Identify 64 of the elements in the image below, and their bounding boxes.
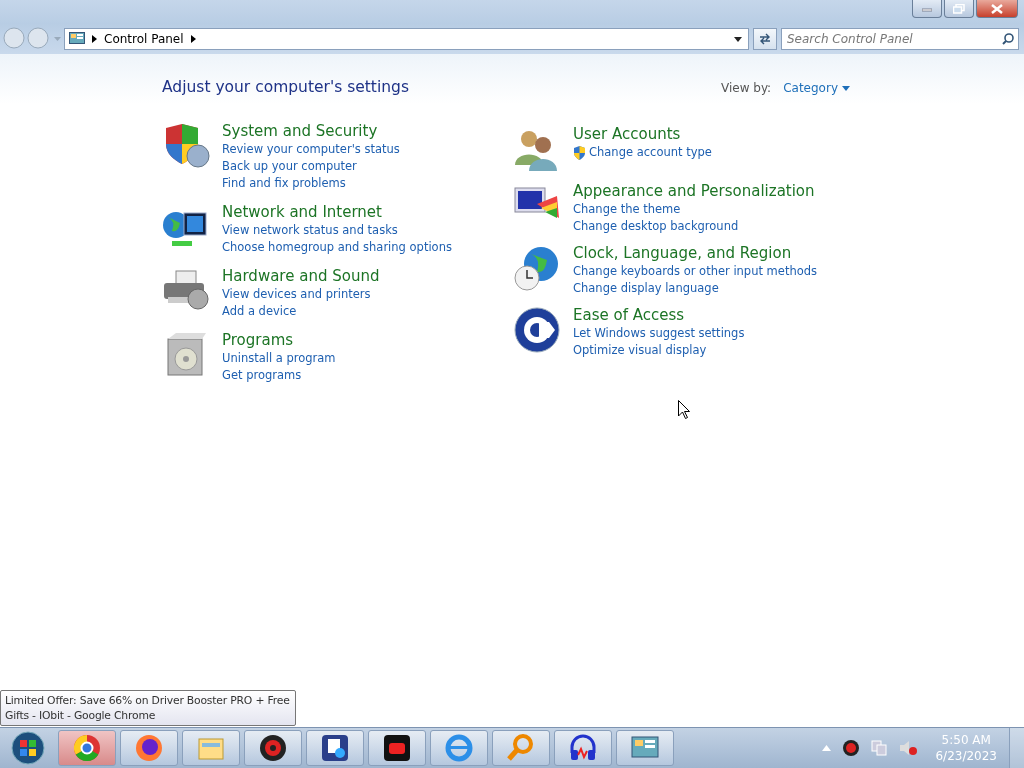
view-by-dropdown[interactable]: Category	[783, 81, 850, 95]
category-link[interactable]: Hardware and Sound	[222, 267, 380, 286]
category-link[interactable]: System and Security	[222, 122, 400, 141]
address-bar[interactable]: Control Panel	[64, 28, 749, 50]
clock-time: 5:50 AM	[941, 732, 991, 748]
category-link[interactable]: Network and Internet	[222, 203, 452, 222]
task-link[interactable]: Choose homegroup and sharing options	[222, 239, 452, 256]
task-link[interactable]: Change desktop background	[573, 218, 815, 235]
task-link[interactable]: Find and fix problems	[222, 175, 400, 192]
task-link[interactable]: Get programs	[222, 367, 336, 384]
category-link[interactable]: Ease of Access	[573, 306, 745, 325]
task-link[interactable]: Change keyboards or other input methods	[573, 263, 818, 280]
firefox-icon	[134, 733, 164, 763]
globe-clock-icon[interactable]	[513, 244, 561, 292]
task-link[interactable]: Uninstall a program	[222, 350, 336, 367]
magnifier-icon	[506, 733, 536, 763]
close-button[interactable]	[976, 0, 1018, 18]
taskbar-button[interactable]	[368, 730, 426, 766]
breadcrumb[interactable]: Control Panel	[104, 32, 184, 46]
control-panel-icon	[69, 32, 85, 46]
task-link[interactable]: Change the theme	[573, 201, 815, 218]
ie-icon	[444, 733, 474, 763]
caret-icon	[842, 85, 850, 91]
view-by-label: View by:	[721, 81, 772, 95]
taskbar-button[interactable]	[120, 730, 178, 766]
task-link[interactable]: Back up your computer	[222, 158, 400, 175]
task-link[interactable]: View network status and tasks	[222, 222, 452, 239]
clock-date: 6/23/2023	[935, 748, 997, 764]
task-link[interactable]: Change account type	[573, 144, 712, 161]
task-link[interactable]: Optimize visual display	[573, 342, 745, 359]
task-link[interactable]: Review your computer's status	[222, 141, 400, 158]
refresh-icon	[758, 33, 772, 45]
mouse-pointer-icon	[678, 400, 690, 419]
task-link[interactable]: View devices and printers	[222, 286, 380, 303]
restore-button[interactable]	[944, 0, 974, 18]
task-link[interactable]: Change display language	[573, 280, 818, 297]
task-link[interactable]: Add a device	[222, 303, 380, 320]
minimize-icon	[922, 5, 932, 12]
camera-icon	[382, 733, 412, 763]
task-link[interactable]: Let Windows suggest settings	[573, 325, 745, 342]
search-field[interactable]: Search Control Panel	[781, 28, 1019, 50]
category-link[interactable]: Clock, Language, and Region	[573, 244, 818, 263]
search-icon[interactable]	[1002, 33, 1014, 45]
headphones-icon	[568, 733, 598, 763]
chrome-icon	[72, 733, 102, 763]
close-icon	[991, 3, 1003, 14]
shield-icon	[573, 145, 586, 160]
speaker-muted-icon[interactable]	[899, 740, 918, 756]
taskbar-button[interactable]	[244, 730, 302, 766]
taskbar-button[interactable]	[306, 730, 364, 766]
tooltip: Limited Offer: Save 66% on Driver Booster PRO + Free Gifts - IObit - Google Chrome	[0, 690, 296, 726]
page-heading: Adjust your computer's settings	[162, 78, 410, 96]
dropdown-icon[interactable]	[734, 36, 742, 42]
restore-icon	[953, 3, 965, 14]
taskbar-button[interactable]	[554, 730, 612, 766]
category-link[interactable]: Programs	[222, 331, 336, 350]
category-link[interactable]: Appearance and Personalization	[573, 182, 815, 201]
accessibility-icon[interactable]	[513, 306, 561, 354]
chevron-icon[interactable]	[190, 35, 196, 43]
document-icon	[320, 733, 350, 763]
refresh-button[interactable]	[753, 28, 777, 50]
chevron-icon[interactable]	[92, 35, 97, 43]
category-link[interactable]: User Accounts	[573, 125, 712, 144]
minimize-button[interactable]	[912, 0, 942, 18]
